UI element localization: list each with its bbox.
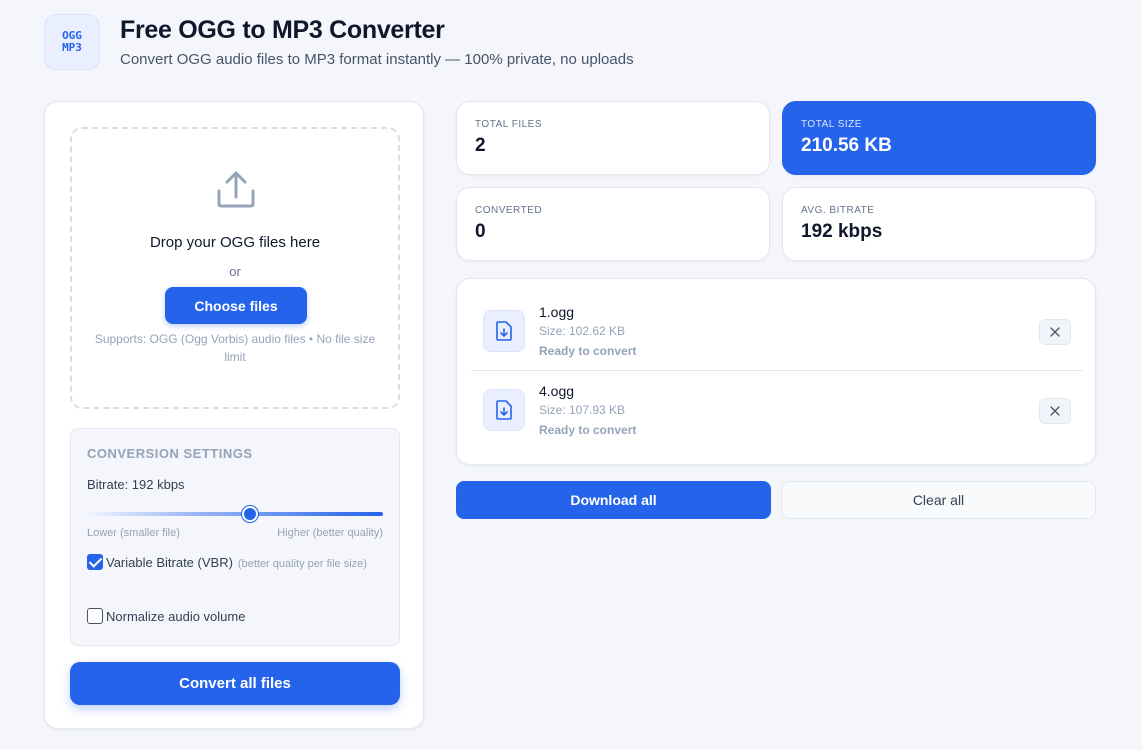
stat-value: 2 <box>475 135 486 156</box>
file-status: Ready to convert <box>539 344 637 358</box>
clear-all-button[interactable]: Clear all <box>781 481 1096 519</box>
choose-files-button[interactable]: Choose files <box>165 287 307 324</box>
stat-total-size: TOTAL SIZE 210.56 KB <box>782 101 1096 175</box>
stat-value: 0 <box>475 221 486 242</box>
dropzone-or: or <box>229 264 241 279</box>
app-header: OGG MP3 Free OGG to MP3 Converter Conver… <box>44 14 634 70</box>
download-all-button[interactable]: Download all <box>456 481 771 519</box>
normalize-checkbox[interactable] <box>87 608 103 624</box>
upload-icon <box>217 171 255 208</box>
slider-low-label: Lower (smaller file) <box>87 527 180 539</box>
bitrate-slider-thumb[interactable] <box>241 506 258 522</box>
remove-file-button[interactable] <box>1039 319 1071 345</box>
settings-title: CONVERSION SETTINGS <box>87 446 253 461</box>
normalize-option: Normalize audio volume <box>87 607 383 626</box>
vbr-label: Variable Bitrate (VBR) <box>106 555 233 570</box>
upload-panel: Drop your OGG files here or Choose files… <box>44 101 424 729</box>
file-list: 1.ogg Size: 102.62 KB Ready to convert 4… <box>456 278 1096 465</box>
vbr-option: Variable Bitrate (VBR) (better quality pe… <box>87 553 383 574</box>
dropzone-title: Drop your OGG files here <box>149 234 321 251</box>
file-status: Ready to convert <box>539 423 637 437</box>
remove-file-button[interactable] <box>1039 398 1071 424</box>
logo-line-mp3: MP3 <box>62 41 82 54</box>
vbr-checkbox[interactable] <box>87 554 103 570</box>
file-size: Size: 107.93 KB <box>539 403 626 417</box>
audio-file-icon <box>483 389 525 431</box>
stat-label: TOTAL SIZE <box>801 119 862 130</box>
bitrate-slider[interactable] <box>87 506 383 522</box>
stat-avg-bitrate: AVG. BITRATE 192 kbps <box>782 187 1096 261</box>
close-icon <box>1050 406 1060 416</box>
app-logo: OGG MP3 <box>44 14 100 70</box>
slider-high-label: Higher (better quality) <box>277 527 383 539</box>
stat-label: TOTAL FILES <box>475 119 542 130</box>
file-size: Size: 102.62 KB <box>539 324 626 338</box>
file-row: 1.ogg Size: 102.62 KB Ready to convert <box>471 292 1083 371</box>
stat-label: CONVERTED <box>475 205 543 216</box>
page-subtitle: Convert OGG audio files to MP3 format in… <box>120 51 634 68</box>
close-icon <box>1050 327 1060 337</box>
page-title: Free OGG to MP3 Converter <box>120 16 445 44</box>
file-row: 4.ogg Size: 107.93 KB Ready to convert <box>471 371 1083 450</box>
vbr-hint: (better quality per file size) <box>237 558 367 570</box>
stat-value: 210.56 KB <box>801 135 892 156</box>
normalize-label: Normalize audio volume <box>106 609 246 624</box>
stat-total-files: TOTAL FILES 2 <box>456 101 770 175</box>
stat-label: AVG. BITRATE <box>801 205 875 216</box>
file-name: 1.ogg <box>539 304 575 320</box>
stat-value: 192 kbps <box>801 221 883 242</box>
file-name: 4.ogg <box>539 383 575 399</box>
supports-note: Supports: OGG (Ogg Vorbis) audio files •… <box>94 332 376 364</box>
stat-converted: CONVERTED 0 <box>456 187 770 261</box>
dropzone[interactable]: Drop your OGG files here or Choose files… <box>70 127 400 409</box>
convert-all-button[interactable]: Convert all files <box>70 662 400 705</box>
bitrate-label: Bitrate: 192 kbps <box>87 477 185 492</box>
conversion-settings: CONVERSION SETTINGS Bitrate: 192 kbps Lo… <box>70 428 400 646</box>
audio-file-icon <box>483 310 525 352</box>
